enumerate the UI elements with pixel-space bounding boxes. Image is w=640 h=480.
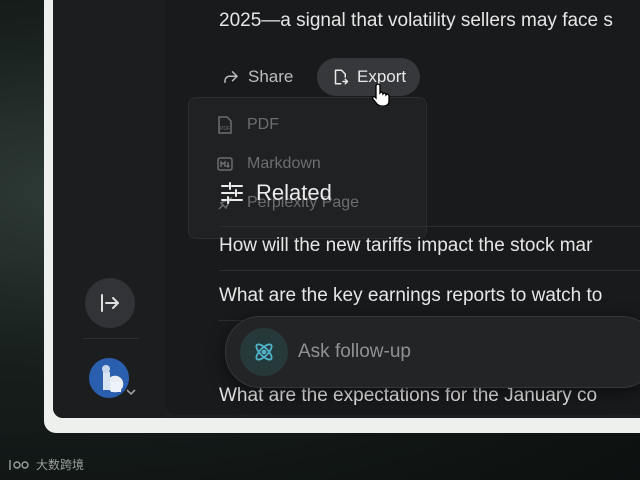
export-menu-item-label: PDF bbox=[247, 116, 279, 133]
arrow-right-bar-icon bbox=[101, 294, 119, 312]
perplexity-logo-icon bbox=[240, 328, 288, 376]
export-button[interactable]: Export bbox=[317, 58, 421, 96]
chevron-down-icon[interactable] bbox=[125, 386, 137, 398]
follow-up-input[interactable]: Ask follow-up bbox=[298, 341, 411, 363]
divider bbox=[219, 270, 640, 271]
export-file-icon bbox=[334, 69, 349, 85]
export-menu-item-label: Markdown bbox=[247, 155, 321, 172]
related-title: Related bbox=[256, 180, 332, 205]
expand-sidebar-button[interactable] bbox=[85, 278, 135, 328]
pdf-file-icon: PDF bbox=[218, 116, 232, 134]
avatar-image-icon bbox=[102, 365, 121, 392]
watermark: 大数跨境 bbox=[8, 456, 84, 473]
sidebar-divider bbox=[83, 338, 139, 339]
export-menu-item-pdf[interactable]: PDF PDF bbox=[217, 116, 279, 134]
related-question[interactable]: What are the expectations for the Januar… bbox=[219, 385, 597, 407]
watermark-logo-icon bbox=[9, 459, 29, 470]
follow-up-bar[interactable]: Ask follow-up bbox=[225, 316, 640, 388]
atom-icon bbox=[255, 343, 273, 361]
answer-text: 2025—a signal that volatility sellers ma… bbox=[219, 10, 613, 31]
export-menu-item-markdown[interactable]: Markdown bbox=[217, 155, 321, 173]
related-question[interactable]: What are the key earnings reports to wat… bbox=[219, 285, 602, 307]
related-heading: Related bbox=[220, 180, 332, 206]
export-menu: PDF PDF Markdown Perplexity Page bbox=[188, 97, 427, 239]
markdown-icon bbox=[217, 157, 233, 171]
hand-cursor-icon bbox=[372, 83, 390, 106]
related-question[interactable]: How will the new tariffs impact the stoc… bbox=[219, 235, 592, 257]
sliders-icon bbox=[221, 182, 243, 204]
share-label: Share bbox=[248, 67, 294, 86]
share-arrow-icon bbox=[224, 71, 238, 83]
avatar[interactable] bbox=[89, 358, 129, 398]
divider bbox=[219, 226, 640, 227]
svg-text:PDF: PDF bbox=[220, 126, 230, 132]
sidebar bbox=[53, 0, 165, 418]
share-button[interactable]: Share bbox=[212, 58, 307, 96]
watermark-text: 大数跨境 bbox=[36, 458, 85, 472]
